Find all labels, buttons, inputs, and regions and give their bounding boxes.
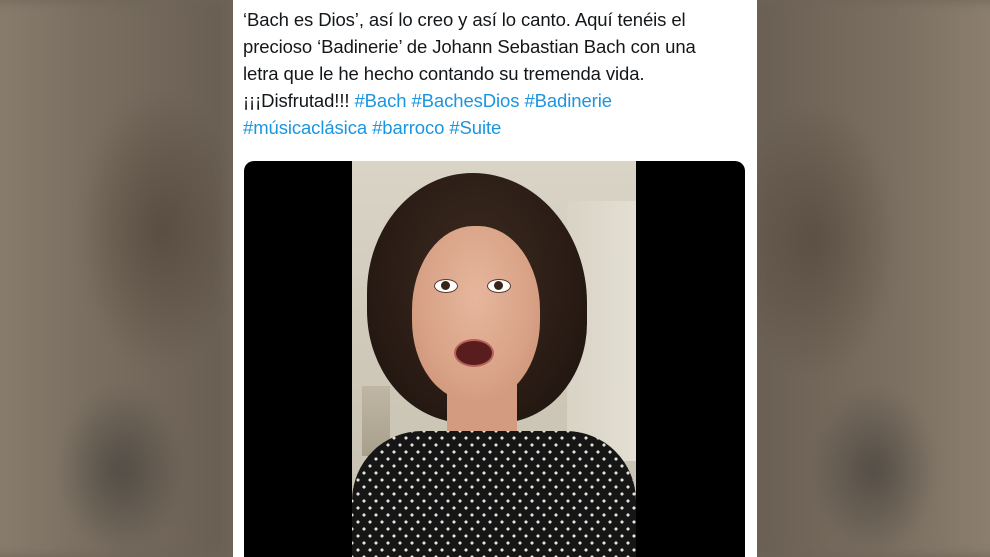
singer-face <box>412 226 540 401</box>
singer-patterned-sweater <box>352 431 636 557</box>
hashtag-link[interactable]: #Bach <box>354 90 406 111</box>
tweet-text: ‘Bach es Dios’, así lo creo y así lo can… <box>243 6 748 141</box>
hashtag-link[interactable]: #Badinerie <box>524 90 612 111</box>
tweet-text-line-1: ‘Bach es Dios’, así lo creo y así lo can… <box>243 9 686 30</box>
tweet-text-exclamation: ¡¡¡Disfrutad!!! <box>243 90 355 111</box>
hashtag-link[interactable]: #barroco <box>372 117 444 138</box>
singer-right-eye <box>487 279 511 293</box>
video-frame-singer <box>352 161 636 557</box>
hashtag-link[interactable]: #BachesDios <box>411 90 519 111</box>
tweet-card: ‘Bach es Dios’, así lo creo y así lo can… <box>233 0 757 557</box>
embedded-video-player[interactable] <box>244 161 745 557</box>
blurred-backdrop-left <box>0 0 225 557</box>
tweet-text-line-2: precioso ‘Badinerie’ de Johann Sebastian… <box>243 36 696 57</box>
blurred-backdrop-right <box>755 0 990 557</box>
hashtag-link[interactable]: #Suite <box>449 117 501 138</box>
tweet-text-line-3: letra que le he hecho contando su tremen… <box>243 63 645 84</box>
tweet-text-line-5: #músicaclásica #barroco #Suite <box>243 114 748 141</box>
hashtag-link[interactable]: #músicaclásica <box>243 117 367 138</box>
singer-mouth <box>454 339 494 367</box>
tweet-text-line-4: ¡¡¡Disfrutad!!! #Bach #BachesDios #Badin… <box>243 87 748 114</box>
singer-left-eye <box>434 279 458 293</box>
